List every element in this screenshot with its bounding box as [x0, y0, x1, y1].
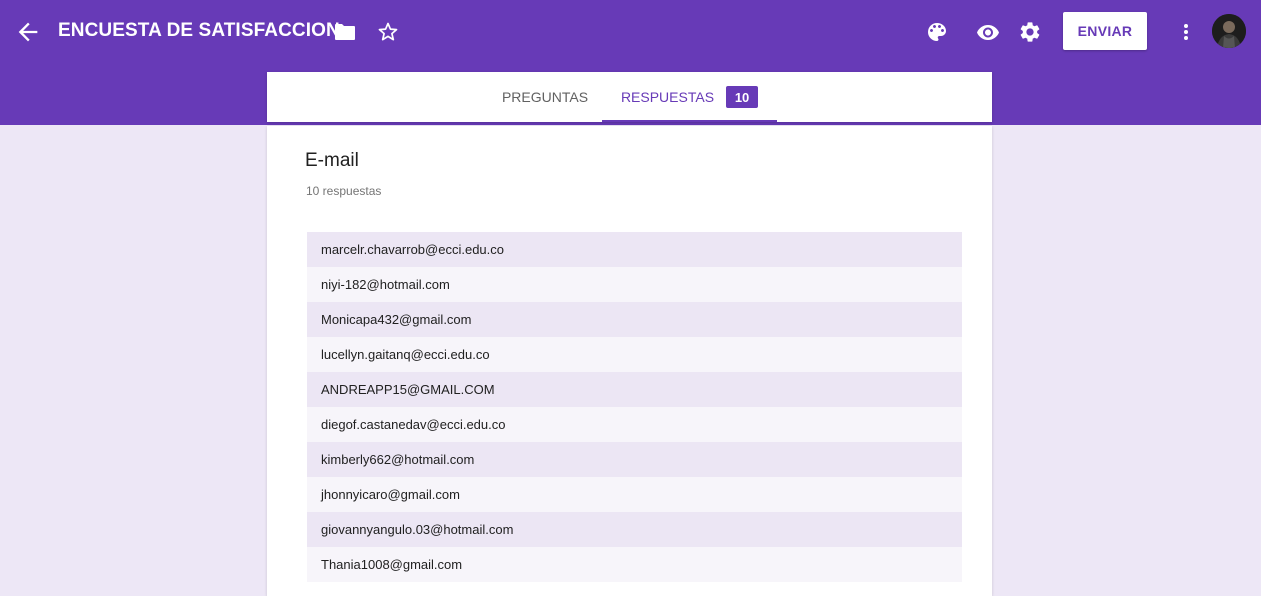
- gear-icon[interactable]: [1018, 20, 1042, 44]
- send-button[interactable]: ENVIAR: [1063, 12, 1147, 50]
- answer-item: kimberly662@hotmail.com: [307, 442, 962, 477]
- eye-icon[interactable]: [976, 20, 1000, 44]
- palette-icon[interactable]: [925, 20, 949, 44]
- question-title: E-mail: [305, 150, 359, 171]
- responses-count-badge: 10: [726, 86, 759, 108]
- answer-item: Monicapa432@gmail.com: [307, 302, 962, 337]
- answer-item: ANDREAPP15@GMAIL.COM: [307, 372, 962, 407]
- response-count: 10 respuestas: [306, 184, 382, 198]
- more-vert-icon[interactable]: [1174, 20, 1198, 44]
- form-title[interactable]: ENCUESTA DE SATISFACCION: [58, 20, 340, 42]
- answer-item: niyi-182@hotmail.com: [307, 267, 962, 302]
- tabs-bar: PREGUNTAS RESPUESTAS 10: [267, 72, 992, 122]
- answers-list: marcelr.chavarrob@ecci.edu.co niyi-182@h…: [307, 232, 962, 582]
- tab-responses-label: RESPUESTAS: [620, 89, 715, 105]
- tab-questions[interactable]: PREGUNTAS: [497, 72, 593, 122]
- header-toolbar: ENCUESTA DE SATISFACCION ENVIAR: [0, 0, 1261, 64]
- user-avatar[interactable]: [1212, 14, 1246, 48]
- folder-icon[interactable]: [334, 22, 356, 42]
- back-arrow-icon[interactable]: [14, 18, 42, 46]
- answer-item: Thania1008@gmail.com: [307, 547, 962, 582]
- question-summary-card: E-mail 10 respuestas marcelr.chavarrob@e…: [267, 126, 992, 596]
- tab-responses[interactable]: RESPUESTAS 10: [602, 72, 777, 122]
- tab-questions-label: PREGUNTAS: [501, 89, 589, 105]
- answer-item: jhonnyicaro@gmail.com: [307, 477, 962, 512]
- active-tab-indicator: [602, 120, 777, 122]
- answer-item: marcelr.chavarrob@ecci.edu.co: [307, 232, 962, 267]
- star-outline-icon[interactable]: [376, 20, 400, 44]
- answer-item: giovannyangulo.03@hotmail.com: [307, 512, 962, 547]
- answer-item: lucellyn.gaitanq@ecci.edu.co: [307, 337, 962, 372]
- answer-item: diegof.castanedav@ecci.edu.co: [307, 407, 962, 442]
